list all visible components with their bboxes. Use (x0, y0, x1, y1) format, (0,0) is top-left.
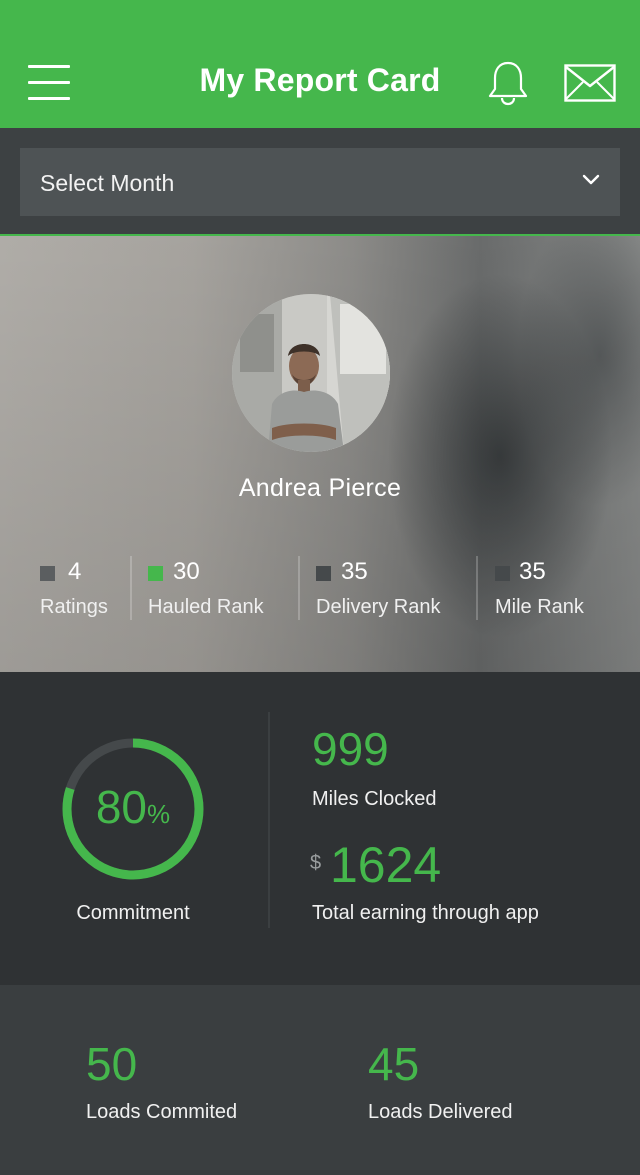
stat-marker (495, 566, 510, 581)
bell-icon[interactable] (486, 60, 530, 106)
stat-marker (148, 566, 163, 581)
stat-divider (130, 556, 132, 620)
driver-photo (232, 294, 390, 452)
stat-value: 4 (68, 558, 82, 585)
stat-marker (316, 566, 331, 581)
loads-panel: 50 Loads Commited 45 Loads Delivered (0, 985, 640, 1175)
envelope-icon[interactable] (564, 64, 616, 102)
summary-panel: 80% Commitment 999 Miles Clocked $ 1624 … (0, 672, 640, 985)
loads-committed-value: 50 (86, 1038, 138, 1090)
user-name: Andrea Pierce (238, 474, 402, 502)
month-select-label: Select Month (40, 170, 175, 196)
loads-delivered-value: 45 (368, 1038, 420, 1090)
stat-value: 35 (519, 558, 546, 585)
chevron-down-icon (582, 174, 600, 185)
month-select-dropdown[interactable]: Select Month (20, 148, 620, 216)
commitment-label: Commitment (76, 902, 190, 924)
commitment-number: 80 (95, 781, 148, 833)
earnings-label: Total earning through app (312, 902, 539, 924)
app-header: My Report Card (0, 0, 640, 128)
month-select-band: Select Month (0, 128, 640, 236)
miles-clocked-value: 999 (312, 723, 389, 775)
stat-value: 35 (341, 558, 368, 585)
stat-value: 30 (173, 558, 200, 585)
summary-divider (268, 712, 270, 928)
stat-label: Delivery Rank (316, 596, 441, 618)
stat-divider (476, 556, 478, 620)
loads-delivered-label: Loads Delivered (368, 1101, 513, 1123)
commitment-unit: % (147, 799, 171, 829)
stat-label: Mile Rank (495, 596, 584, 618)
stat-divider (298, 556, 300, 620)
stat-label: Ratings (40, 596, 108, 618)
earnings-value: 1624 (330, 837, 442, 893)
page-title: My Report Card (199, 62, 441, 98)
profile-hero: Andrea Pierce 4 Ratings 30 Hauled Rank 3… (0, 236, 640, 672)
stat-label: Hauled Rank (148, 596, 264, 618)
miles-clocked-label: Miles Clocked (312, 788, 437, 810)
stat-marker (40, 566, 55, 581)
currency-symbol: $ (310, 852, 322, 874)
avatar[interactable] (232, 294, 390, 452)
loads-committed-label: Loads Commited (86, 1101, 238, 1123)
commitment-value: 80% (60, 780, 206, 834)
